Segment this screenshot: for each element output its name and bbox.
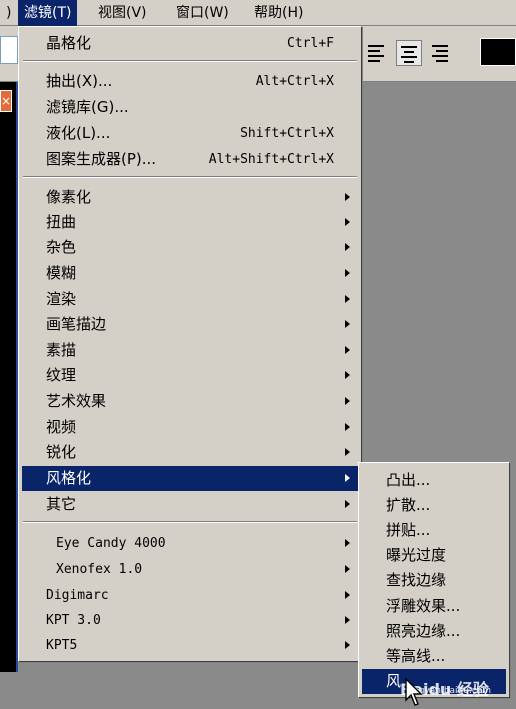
menu-item-label: KPT5 [46,638,78,653]
menu-item-other[interactable]: 其它 [22,492,358,517]
document-window [0,82,18,672]
submenu-item-emboss[interactable]: 浮雕效果... [362,594,506,619]
menu-separator [23,60,357,62]
submenu-arrow-icon [345,565,350,573]
menu-item-sharpen[interactable]: 锐化 [22,440,358,465]
submenu-arrow-icon [345,539,350,547]
menu-item-brush-strokes[interactable]: 画笔描边 [22,312,358,337]
menu-item-label: 素描 [46,341,77,359]
menu-shortcut: Alt+Ctrl+X [255,74,334,89]
submenu-arrow-icon [345,397,350,405]
menu-item-label: 液化(L)... [46,124,111,142]
menu-item-blur[interactable]: 模糊 [22,261,358,286]
menu-item-digimarc[interactable]: Digimarc [22,583,358,608]
menu-item-render[interactable]: 渲染 [22,287,358,312]
menu-view[interactable]: 视图(V) [92,0,153,26]
stylize-submenu: 凸出... 扩散... 拼贴... 曝光过度 查找边缘 浮雕效果... 照亮边缘… [358,462,510,698]
menu-separator [23,521,357,523]
menu-item-label: KPT 3.0 [46,613,101,628]
menu-window[interactable]: 窗口(W) [170,0,235,26]
menu-shortcut: Alt+Shift+Ctrl+X [208,152,334,167]
menu-item-label: 晶格化 [46,34,92,52]
menu-item-eye-candy[interactable]: Eye Candy 4000 [22,531,358,556]
menu-item-filter-gallery[interactable]: 滤镜库(G)... [22,95,358,120]
submenu-arrow-icon [345,591,350,599]
menu-item-label: 画笔描边 [46,315,107,333]
submenu-arrow-icon [345,423,350,431]
submenu-arrow-icon [345,474,350,482]
menu-item-label: 风格化 [46,469,92,487]
menu-item-label: 像素化 [46,188,92,206]
menu-item-label: 艺术效果 [46,392,107,410]
menu-item-label: 滤镜库(G)... [46,98,129,116]
menu-item-artistic[interactable]: 艺术效果 [22,389,358,414]
menu-item-distort[interactable]: 扭曲 [22,210,358,235]
menu-item-pixelate[interactable]: 像素化 [22,185,358,210]
menu-bar: ) 滤镜(T) 视图(V) 窗口(W) 帮助(H) [0,0,516,26]
submenu-arrow-icon [345,371,350,379]
menu-item-stylize[interactable]: 风格化 [22,466,358,491]
submenu-arrow-icon [345,500,350,508]
text-color-swatch[interactable] [480,38,516,66]
menu-shortcut: Shift+Ctrl+X [240,126,334,141]
menu-item-label: 抽出(X)... [46,72,113,90]
menu-item-label: 图案生成器(P)... [46,150,157,168]
menu-item-kpt5[interactable]: KPT5 [22,633,358,658]
menu-item-last-filter[interactable]: 晶格化 Ctrl+F [22,31,358,56]
align-center-icon[interactable] [396,40,422,66]
filter-menu: 晶格化 Ctrl+F 抽出(X)... Alt+Ctrl+X 滤镜库(G)... 液… [18,26,362,662]
menu-item-label: 视频 [46,418,77,436]
menu-shortcut: Ctrl+F [287,36,334,51]
menu-item-label: 纹理 [46,366,77,384]
submenu-arrow-icon [345,243,350,251]
menu-item-texture[interactable]: 纹理 [22,363,358,388]
menu-item-label: 扭曲 [46,213,77,231]
menu-item-pattern-maker[interactable]: 图案生成器(P)... Alt+Shift+Ctrl+X [22,147,358,172]
close-icon[interactable]: × [0,90,12,112]
submenu-item-extrude[interactable]: 凸出... [362,468,506,493]
submenu-arrow-icon [345,295,350,303]
mouse-cursor-icon [405,678,423,706]
submenu-item-trace-contour[interactable]: 等高线... [362,644,506,669]
menu-item-label: 模糊 [46,264,77,282]
submenu-arrow-icon [345,346,350,354]
menu-item-label: Xenofex 1.0 [56,562,143,577]
menu-item-label: 渲染 [46,290,77,308]
menu-item-label: 杂色 [46,238,77,256]
menu-item-label: 其它 [46,495,77,513]
menu-item-liquify[interactable]: 液化(L)... Shift+Ctrl+X [22,121,358,146]
font-field[interactable] [0,36,18,64]
menu-item-label: Digimarc [46,588,109,603]
menu-item-noise[interactable]: 杂色 [22,235,358,260]
submenu-item-find-edges[interactable]: 查找边缘 [362,568,506,593]
menu-item-kpt3[interactable]: KPT 3.0 [22,608,358,633]
menu-item-label: Eye Candy 4000 [56,536,166,551]
menu-item-extract[interactable]: 抽出(X)... Alt+Ctrl+X [22,69,358,94]
submenu-item-solarize[interactable]: 曝光过度 [362,543,506,568]
align-right-icon[interactable] [428,40,454,66]
menu-filter[interactable]: 滤镜(T) [18,0,78,26]
submenu-arrow-icon [345,218,350,226]
submenu-arrow-icon [345,320,350,328]
align-left-icon[interactable] [364,40,390,66]
menu-separator [23,176,357,178]
menu-item-xenofex[interactable]: Xenofex 1.0 [22,557,358,582]
submenu-arrow-icon [345,193,350,201]
menu-help[interactable]: 帮助(H) [248,0,309,26]
submenu-item-tiles[interactable]: 拼贴... [362,518,506,543]
submenu-arrow-icon [345,616,350,624]
menu-item-video[interactable]: 视频 [22,415,358,440]
menu-item-sketch[interactable]: 素描 [22,338,358,363]
menu-item-label: 锐化 [46,443,77,461]
submenu-item-diffuse[interactable]: 扩散... [362,493,506,518]
submenu-arrow-icon [345,448,350,456]
submenu-arrow-icon [345,641,350,649]
submenu-arrow-icon [345,269,350,277]
submenu-item-glowing-edges[interactable]: 照亮边缘... [362,619,506,644]
menu-image-partial[interactable]: ) [0,0,17,26]
